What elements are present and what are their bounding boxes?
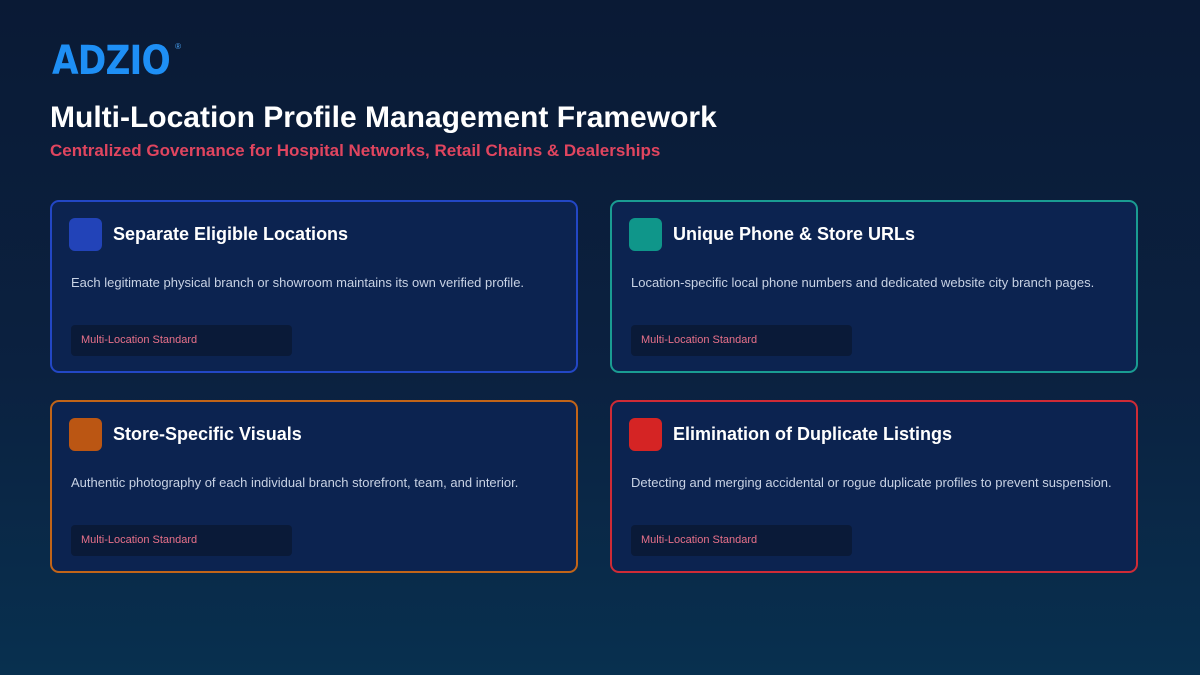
page-subtitle: Centralized Governance for Hospital Netw… <box>50 141 661 160</box>
card-description: Location-specific local phone numbers an… <box>631 275 1095 290</box>
card-color-square-icon <box>69 418 102 451</box>
card-tag: Multi-Location Standard <box>631 525 852 556</box>
card-title: Unique Phone & Store URLs <box>673 224 916 244</box>
card-color-square-icon <box>629 218 662 251</box>
card-tag: Multi-Location Standard <box>71 525 292 556</box>
card-separate-eligible-locations: Separate Eligible Locations Each legitim… <box>50 200 578 373</box>
brand-logo: ADZIO ® <box>52 40 181 82</box>
card-description: Each legitimate physical branch or showr… <box>71 275 525 290</box>
registered-mark: ® <box>175 42 181 51</box>
card-title: Store-Specific Visuals <box>113 424 302 444</box>
card-description: Detecting and merging accidental or rogu… <box>631 475 1112 490</box>
card-title: Separate Eligible Locations <box>113 224 349 244</box>
card-color-square-icon <box>69 218 102 251</box>
card-unique-phone-store-urls: Unique Phone & Store URLs Location-speci… <box>610 200 1138 373</box>
card-description: Authentic photography of each individual… <box>71 475 519 490</box>
logo-text: ADZIO <box>52 38 171 84</box>
card-store-specific-visuals: Store-Specific Visuals Authentic photogr… <box>50 400 578 573</box>
page-title: Multi-Location Profile Management Framew… <box>50 101 717 134</box>
card-color-square-icon <box>629 418 662 451</box>
card-tag: Multi-Location Standard <box>631 325 852 356</box>
card-elimination-of-duplicate-listings: Elimination of Duplicate Listings Detect… <box>610 400 1138 573</box>
card-title: Elimination of Duplicate Listings <box>673 424 953 444</box>
card-tag: Multi-Location Standard <box>71 325 292 356</box>
